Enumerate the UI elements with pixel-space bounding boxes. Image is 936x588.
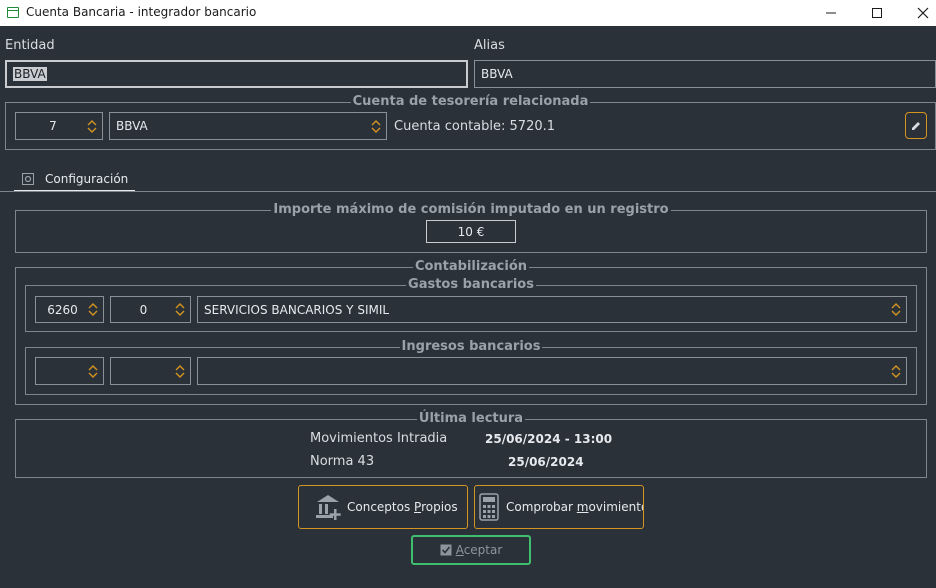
- comprobar-movimientos-button[interactable]: Comprobar movimientos: [474, 485, 644, 529]
- cuenta-contable-text: Cuenta contable: 5720.1: [394, 119, 556, 134]
- gastos-description: SERVICIOS BANCARIOS Y SIMIL: [204, 302, 390, 317]
- minimize-button[interactable]: [808, 0, 854, 26]
- checkbox-check-icon: [440, 544, 452, 556]
- alias-value: BBVA: [481, 67, 513, 81]
- aceptar-button[interactable]: Aceptar: [411, 535, 531, 565]
- ultima-lectura-group: Última lectura: [15, 411, 927, 478]
- spin-icon[interactable]: [88, 297, 100, 322]
- spin-icon[interactable]: [891, 358, 903, 384]
- contabilizacion-title: Contabilización: [412, 259, 530, 274]
- tab-label: Configuración: [45, 172, 129, 186]
- maximize-button[interactable]: [854, 0, 900, 26]
- intradia-value: 25/06/2024 - 13:00: [485, 432, 613, 446]
- gastos-account-stepper[interactable]: 6260: [35, 296, 104, 323]
- alias-label: Alias: [474, 38, 505, 53]
- gastos-description-select[interactable]: SERVICIOS BANCARIOS Y SIMIL: [197, 296, 907, 323]
- entidad-label: Entidad: [5, 38, 55, 53]
- comprobar-movimientos-label: Comprobar movimientos: [506, 500, 643, 514]
- tab-configuracion[interactable]: Configuración: [14, 168, 135, 192]
- pencil-icon: [912, 121, 920, 130]
- ingresos-account-stepper[interactable]: [35, 357, 104, 385]
- alias-input[interactable]: BBVA: [474, 60, 936, 88]
- conceptos-propios-label: Conceptos Propios: [347, 500, 458, 514]
- spin-icon[interactable]: [371, 113, 383, 139]
- aceptar-label: Aceptar: [455, 543, 503, 557]
- tab-divider: [0, 191, 936, 192]
- entidad-value: BBVA: [13, 67, 47, 81]
- entidad-input[interactable]: BBVA: [5, 60, 468, 88]
- bank-add-icon: [316, 495, 341, 520]
- intradia-label: Movimientos Intradia: [310, 431, 448, 446]
- edit-button[interactable]: [905, 112, 927, 139]
- maximize-icon: [872, 8, 882, 18]
- gastos-sub: 0: [139, 302, 148, 317]
- tesoreria-number-stepper[interactable]: 7: [15, 112, 103, 140]
- spin-icon[interactable]: [891, 297, 903, 322]
- tesoreria-title: Cuenta de tesorería relacionada: [350, 94, 591, 109]
- norma43-label: Norma 43: [310, 454, 375, 469]
- comision-value: 10 €: [457, 224, 485, 239]
- spin-icon[interactable]: [175, 297, 187, 322]
- ingresos-description-select[interactable]: [197, 357, 907, 385]
- spin-icon[interactable]: [87, 113, 99, 139]
- window-title: Cuenta Bancaria - integrador bancario: [26, 5, 257, 19]
- gear-icon: [22, 173, 34, 185]
- gastos-sub-stepper[interactable]: 0: [110, 296, 191, 323]
- conceptos-propios-button[interactable]: Conceptos Propios: [298, 485, 468, 529]
- minimize-icon: [826, 12, 836, 14]
- comision-input[interactable]: 10 €: [426, 220, 516, 243]
- tesoreria-name-select[interactable]: BBVA: [109, 112, 387, 140]
- tesoreria-number: 7: [49, 119, 57, 133]
- close-icon: [917, 7, 929, 19]
- spin-icon[interactable]: [175, 358, 187, 384]
- gastos-account: 6260: [47, 302, 78, 317]
- calculator-icon: [479, 493, 499, 521]
- close-button[interactable]: [900, 0, 936, 26]
- app-icon: [7, 7, 19, 18]
- ingresos-sub-stepper[interactable]: [110, 357, 191, 385]
- ultima-lectura-title: Última lectura: [416, 411, 526, 426]
- norma43-value: 25/06/2024: [508, 455, 584, 469]
- comision-title: Importe máximo de comisión imputado en u…: [271, 202, 671, 217]
- title-bar: Cuenta Bancaria - integrador bancario: [0, 0, 936, 26]
- spin-icon[interactable]: [88, 358, 100, 384]
- tesoreria-name: BBVA: [116, 119, 148, 133]
